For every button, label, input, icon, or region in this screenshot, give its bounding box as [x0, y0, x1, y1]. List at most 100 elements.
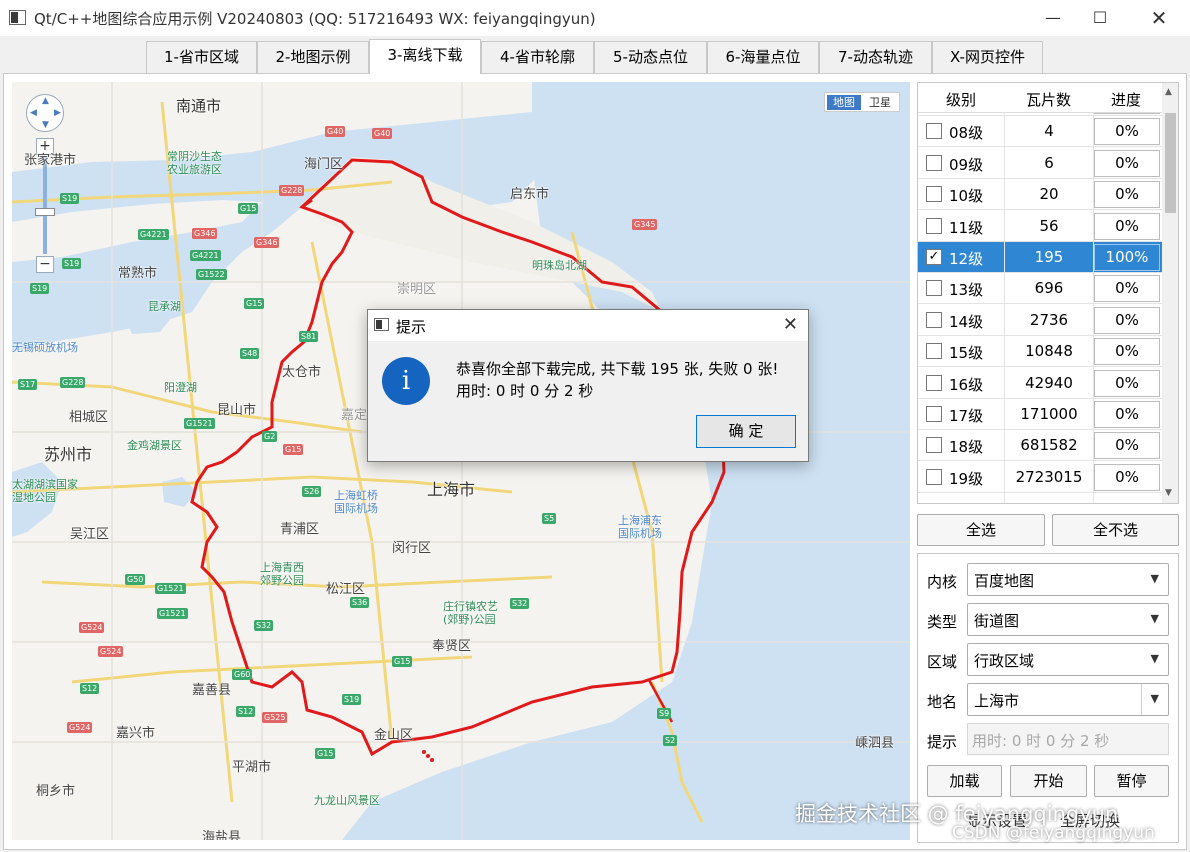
header-level[interactable]: 级别 — [946, 89, 976, 110]
dialog-ok-button[interactable]: 确 定 — [696, 415, 796, 448]
table-row[interactable]: 13级 696 0% — [918, 273, 1162, 305]
map-label: 金山区 — [374, 728, 414, 743]
row-checkbox[interactable] — [926, 343, 942, 360]
row-progress: 0% — [1094, 275, 1160, 303]
table-row[interactable]: 19级 2723015 0% — [918, 462, 1162, 493]
chevron-down-icon[interactable]: ▼ — [1151, 692, 1159, 705]
row-checkbox[interactable] — [926, 406, 942, 422]
table-row[interactable]: 14级 2736 0% — [918, 305, 1162, 336]
row-checkbox[interactable] — [926, 217, 942, 234]
map-label: 无锡硕放机场 — [12, 341, 78, 354]
tab-offline-download[interactable]: 3-离线下载 — [369, 39, 481, 74]
map-label: 湿地公园 — [12, 491, 56, 504]
select-all-button[interactable]: 全选 — [917, 514, 1045, 546]
row-level: 15级 — [949, 344, 984, 363]
table-row[interactable]: ✓ 12级 195 100% — [918, 242, 1162, 273]
road-shield: S19 — [60, 193, 80, 204]
road-shield: G1521 — [184, 418, 215, 429]
table-row[interactable]: 11级 56 0% — [918, 211, 1162, 242]
tab-dynamic-track[interactable]: 7-动态轨迹 — [819, 41, 932, 73]
table-row[interactable]: 10级 20 0% — [918, 179, 1162, 211]
zoom-track[interactable] — [43, 156, 47, 254]
tab-province-outline[interactable]: 4-省市轮廓 — [481, 41, 594, 73]
road-shield: S32 — [510, 598, 530, 609]
map-type-switch: 地图 卫星 — [824, 92, 900, 112]
maximize-button[interactable]: ☐ — [1077, 0, 1123, 36]
row-checkbox[interactable] — [926, 311, 942, 328]
table-row[interactable]: 09级 6 0% — [918, 148, 1162, 179]
road-shield: S48 — [240, 348, 260, 359]
road-shield: G50 — [125, 574, 146, 585]
scroll-thumb[interactable] — [1165, 113, 1176, 213]
level-table[interactable]: 07级40%08级40%09级60%10级200%11级560%✓12级1951… — [917, 82, 1179, 504]
road-shield: S5 — [542, 513, 557, 524]
row-checkbox[interactable] — [926, 374, 942, 391]
road-shield: G346 — [254, 237, 280, 248]
hint-field: 用时: 0 时 0 分 2 秒 — [967, 723, 1169, 755]
select-none-button[interactable]: 全不选 — [1052, 514, 1179, 546]
type-select[interactable]: 街道图 ▼ — [967, 603, 1169, 636]
row-checkbox[interactable] — [926, 280, 942, 297]
map-type-map[interactable]: 地图 — [827, 95, 861, 110]
window-title: Qt/C++地图综合应用示例 V20240803 (QQ: 517216493 … — [34, 10, 596, 28]
zoom-thumb[interactable] — [35, 208, 55, 216]
road-shield: G346 — [192, 228, 218, 239]
map-type-satellite[interactable]: 卫星 — [863, 95, 897, 110]
row-tile-count: 2723015 — [1015, 467, 1083, 486]
row-tile-count: 4 — [1044, 122, 1054, 141]
close-button[interactable]: ✕ — [1136, 0, 1182, 36]
scroll-up-icon[interactable]: ▲ — [1165, 87, 1172, 97]
map-label: 昆承湖 — [148, 300, 181, 313]
header-progress[interactable]: 进度 — [1111, 89, 1141, 110]
road-shield: S17 — [18, 379, 38, 390]
row-level: 11级 — [949, 218, 984, 237]
header-tiles[interactable]: 瓦片数 — [1026, 89, 1071, 110]
map-pan-control[interactable]: ▲ ▼ ◀ ▶ — [26, 94, 64, 132]
road-shield: G524 — [98, 646, 124, 657]
table-row[interactable]: 16级 42940 0% — [918, 368, 1162, 399]
app-icon — [9, 10, 26, 25]
dialog-title-bar: 提示 ✕ — [368, 310, 808, 341]
place-combo[interactable]: 上海市 ▼ — [967, 683, 1169, 716]
road-shield: G15 — [238, 203, 259, 214]
scroll-down-icon[interactable]: ▼ — [1165, 488, 1172, 498]
zoom-out-button[interactable]: − — [36, 256, 54, 273]
road-shield: S2 — [663, 735, 678, 746]
road-shield: G524 — [79, 622, 105, 633]
row-level: 14级 — [949, 312, 984, 331]
map-label: 张家港市 — [24, 153, 77, 168]
tab-mass-points[interactable]: 6-海量点位 — [707, 41, 819, 73]
row-progress: 0% — [1094, 463, 1160, 491]
table-row[interactable]: 15级 10848 0% — [918, 336, 1162, 368]
dialog-title: 提示 — [396, 318, 427, 336]
row-progress: 0% — [1094, 212, 1160, 240]
place-value[interactable]: 上海市 — [974, 690, 1019, 711]
road-shield: G1521 — [155, 583, 186, 594]
start-button[interactable]: 开始 — [1010, 765, 1087, 797]
map-label: 松江区 — [326, 582, 366, 597]
table-scrollbar[interactable]: ▲ ▼ — [1162, 83, 1178, 503]
map-label: 国际机场 — [334, 502, 378, 515]
minimize-button[interactable]: — — [1030, 0, 1076, 36]
tab-province-region[interactable]: 1-省市区域 — [146, 41, 257, 73]
row-checkbox[interactable] — [926, 468, 942, 485]
row-checkbox[interactable] — [926, 154, 942, 171]
type-label: 类型 — [927, 613, 958, 631]
dialog-close-icon[interactable]: ✕ — [783, 314, 798, 335]
tab-web-control[interactable]: X-网页控件 — [932, 41, 1043, 73]
load-button[interactable]: 加载 — [927, 765, 1002, 797]
pause-button[interactable]: 暂停 — [1094, 765, 1169, 797]
chevron-down-icon: ▼ — [1150, 612, 1159, 625]
row-checkbox[interactable] — [926, 186, 942, 203]
table-row[interactable]: 18级 681582 0% — [918, 430, 1162, 462]
kernel-select[interactable]: 百度地图 ▼ — [967, 563, 1169, 596]
row-checkbox[interactable] — [926, 437, 942, 454]
tab-map-demo[interactable]: 2-地图示例 — [257, 41, 369, 73]
table-row[interactable]: 08级 4 0% — [918, 116, 1162, 148]
table-row[interactable]: 17级 171000 0% — [918, 399, 1162, 430]
row-checkbox[interactable] — [926, 123, 942, 140]
row-checkbox[interactable]: ✓ — [926, 249, 942, 265]
road-shield: S19 — [30, 283, 50, 294]
tab-dynamic-points[interactable]: 5-动态点位 — [594, 41, 707, 73]
region-select[interactable]: 行政区域 ▼ — [967, 643, 1169, 676]
